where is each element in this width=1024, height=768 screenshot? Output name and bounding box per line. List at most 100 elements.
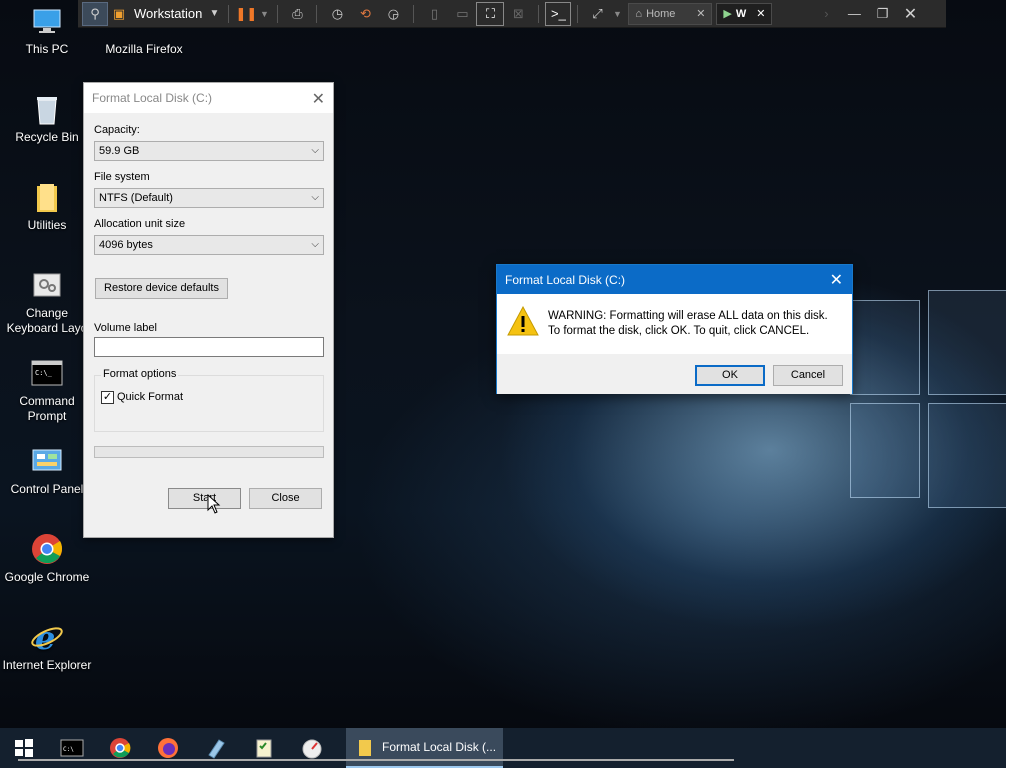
folder-icon <box>30 180 64 214</box>
tab-vm[interactable]: ▶ W ✕ <box>716 2 773 25</box>
toolbar-divider <box>316 4 318 23</box>
toolbar-divider <box>413 4 415 23</box>
toolbar-divider <box>277 4 279 23</box>
pause-icon[interactable]: ❚❚ <box>235 2 258 26</box>
chevron-down-icon: ⌵ <box>311 239 319 250</box>
mouse-cursor-icon <box>207 493 221 517</box>
checklist-icon <box>256 739 272 758</box>
power-menu-chevron-down-icon[interactable]: ▼ <box>257 2 271 26</box>
warning-message-line2: To format the disk, click OK. To quit, c… <box>548 325 810 337</box>
gauge-icon <box>302 739 322 759</box>
quick-format-checkbox[interactable]: ✓ <box>101 391 114 404</box>
desktop-icon-keyboard-layout[interactable]: Change Keyboard Layo <box>0 268 94 336</box>
format-progress-bar <box>94 446 324 458</box>
taskbar-notepad[interactable] <box>192 728 240 768</box>
format-options-label: Format options <box>101 368 179 380</box>
terminal-icon: C:\ <box>60 739 84 757</box>
tab-close-icon[interactable]: ✕ <box>756 7 765 20</box>
snapshot-manager-icon[interactable]: ◶ <box>379 2 407 26</box>
restore-defaults-button[interactable]: Restore device defaults <box>95 278 228 299</box>
notepad-icon <box>208 739 225 759</box>
start-button[interactable]: Start <box>168 488 241 509</box>
vm-menu-chevron-down-icon[interactable]: ▼ <box>206 2 222 26</box>
windows-logo-icon <box>15 739 33 757</box>
taskbar-firefox[interactable] <box>144 728 192 768</box>
warning-icon <box>507 305 539 339</box>
start-button[interactable] <box>0 728 48 768</box>
stretch-icon[interactable]: ⤢ <box>584 2 610 26</box>
desktop-icon-recycle-bin[interactable]: Recycle Bin <box>0 92 94 145</box>
minimize-icon[interactable]: — <box>840 2 868 26</box>
chevron-down-icon: ⌵ <box>311 192 319 203</box>
taskbar-command-prompt[interactable]: C:\ <box>48 728 96 768</box>
control-panel-icon <box>30 444 64 478</box>
sidebar-view-icon[interactable]: ▯ <box>420 2 448 26</box>
folder-icon <box>359 740 371 756</box>
volume-label-label: Volume label <box>94 322 157 334</box>
svg-text:e: e <box>35 620 55 654</box>
tab-scroll-right-icon[interactable]: › <box>812 2 840 26</box>
allocation-unit-select[interactable]: 4096 bytes ⌵ <box>94 235 324 255</box>
taskbar-task-checklist[interactable] <box>240 728 288 768</box>
tab-home[interactable]: ⌂ Home ✕ <box>628 2 713 25</box>
close-icon[interactable]: ✕ <box>830 270 843 290</box>
snapshot-icon[interactable]: ◷ <box>323 2 351 26</box>
internet-explorer-icon: e <box>30 619 64 657</box>
capacity-select[interactable]: 59.9 GB ⌵ <box>94 141 324 161</box>
toolbar-divider <box>538 4 540 23</box>
home-icon: ⌂ <box>635 7 643 20</box>
desktop-icon-utilities[interactable]: Utilities <box>0 180 94 233</box>
thumbnail-view-icon[interactable]: ▭ <box>448 2 476 26</box>
taskbar-chrome[interactable] <box>96 728 144 768</box>
chevron-down-icon: ⌵ <box>311 145 319 156</box>
cancel-button[interactable]: Cancel <box>773 365 843 386</box>
keyboard-settings-icon <box>30 268 64 302</box>
unity-icon[interactable]: ⊠ <box>504 2 532 26</box>
close-icon[interactable]: ✕ <box>312 89 325 109</box>
filesystem-select[interactable]: NTFS (Default) ⌵ <box>94 188 324 208</box>
capacity-label: Capacity: <box>94 124 140 136</box>
taskbar-format-window[interactable]: Format Local Disk (... <box>346 728 503 768</box>
vm-toolbar: ⚲ ▣ Workstation ▼ ❚❚ ▼ ⎙ ◷ ⟲ ◶ ▯ ▭ ⛶ ⊠ >… <box>78 0 946 28</box>
close-button[interactable]: Close <box>249 488 322 509</box>
warning-dialog-titlebar: Format Local Disk (C:) ✕ <box>497 265 852 294</box>
svg-text:C:\_: C:\_ <box>35 369 53 377</box>
stretch-menu-chevron-down-icon[interactable]: ▼ <box>610 2 624 26</box>
revert-snapshot-icon[interactable]: ⟲ <box>351 2 379 26</box>
computer-icon <box>30 4 64 38</box>
filesystem-label: File system <box>94 171 150 183</box>
wallpaper-logo <box>850 290 1006 520</box>
console-icon[interactable]: >_ <box>545 1 572 26</box>
vm-running-icon: ▶ <box>723 8 732 20</box>
warning-dialog-body: WARNING: Formatting will erase ALL data … <box>497 294 852 354</box>
volume-label-input[interactable] <box>94 337 324 357</box>
fullscreen-icon[interactable]: ⛶ <box>476 1 505 26</box>
restore-icon[interactable]: ❐ <box>868 2 896 26</box>
format-warning-dialog: Format Local Disk (C:) ✕ WARNING: Format… <box>496 264 853 394</box>
send-keys-icon[interactable]: ⎙ <box>284 2 310 26</box>
quick-format-label: Quick Format <box>117 391 184 403</box>
toolbar-divider <box>228 4 230 23</box>
pin-icon[interactable]: ⚲ <box>82 1 108 26</box>
warning-dialog-footer: OK Cancel <box>497 354 852 394</box>
chrome-icon <box>110 738 131 758</box>
recycle-bin-icon <box>30 92 64 126</box>
desktop-icon-command-prompt[interactable]: C:\_ Command Prompt <box>0 356 94 424</box>
ok-button[interactable]: OK <box>695 365 765 386</box>
host-scrollbar-horizontal[interactable] <box>18 759 734 761</box>
taskbar-gauge-app[interactable] <box>288 728 336 768</box>
svg-text:C:\: C:\ <box>63 746 74 753</box>
terminal-icon: C:\_ <box>30 356 64 390</box>
desktop-icon-internet-explorer[interactable]: e Internet Explorer <box>0 619 94 673</box>
vm-name-label[interactable]: Workstation <box>130 2 206 26</box>
tab-close-icon[interactable]: ✕ <box>696 7 705 20</box>
close-icon[interactable]: ✕ <box>896 2 924 26</box>
warning-message-line1: WARNING: Formatting will erase ALL data … <box>548 310 828 322</box>
vm-library-icon[interactable]: ▣ <box>108 2 130 26</box>
toolbar-divider <box>577 4 579 23</box>
desktop-icon-chrome[interactable]: Google Chrome <box>0 532 94 585</box>
format-options-group: Format options ✓ Quick Format <box>94 368 324 432</box>
chrome-icon <box>30 532 64 566</box>
host-scrollbar-vertical[interactable] <box>1006 0 1024 768</box>
desktop-icon-control-panel[interactable]: Control Panel <box>0 444 94 497</box>
